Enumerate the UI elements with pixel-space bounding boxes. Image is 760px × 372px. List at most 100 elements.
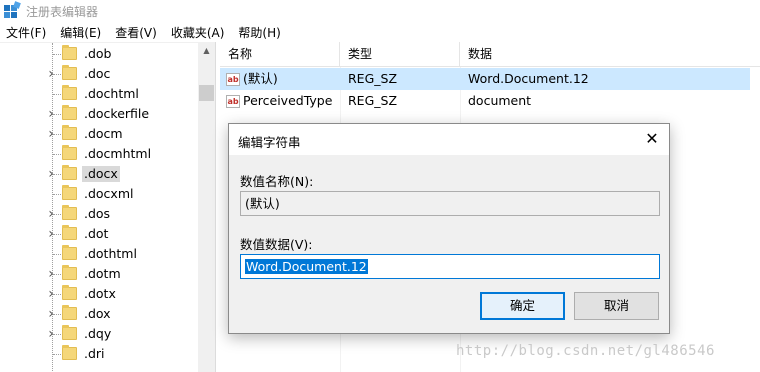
watermark: http://blog.csdn.net/gl486546 bbox=[456, 343, 715, 359]
folder-icon bbox=[62, 285, 77, 300]
string-value-icon: ab bbox=[226, 94, 240, 108]
value-name-cell: ab PerceivedType bbox=[220, 90, 340, 112]
tree-item[interactable]: .docxml bbox=[0, 184, 200, 204]
tree-item[interactable]: › .dotm bbox=[0, 264, 200, 284]
folder-icon bbox=[62, 165, 77, 180]
column-header-name[interactable]: 名称 bbox=[220, 42, 340, 67]
tree-item[interactable]: .docmhtml bbox=[0, 144, 200, 164]
tree-item-label: .dot bbox=[84, 226, 109, 241]
window-title: 注册表编辑器 bbox=[26, 4, 99, 19]
menu-bar: 文件(F) 编辑(E) 查看(V) 收藏夹(A) 帮助(H) bbox=[0, 22, 760, 42]
tree-item[interactable]: › .dot bbox=[0, 224, 200, 244]
tree-item[interactable]: › .dos bbox=[0, 204, 200, 224]
value-data-selected-text: Word.Document.12 bbox=[245, 259, 368, 274]
expand-chevron-icon[interactable]: › bbox=[45, 67, 57, 81]
folder-icon bbox=[62, 345, 77, 360]
folder-icon bbox=[62, 205, 77, 220]
cancel-button[interactable]: 取消 bbox=[574, 292, 659, 320]
value-type: REG_SZ bbox=[348, 71, 398, 86]
expand-chevron-icon[interactable]: › bbox=[45, 227, 57, 241]
expand-chevron-icon[interactable]: › bbox=[45, 307, 57, 321]
menu-favorites[interactable]: 收藏夹(A) bbox=[164, 24, 232, 41]
expand-chevron-icon[interactable]: › bbox=[45, 167, 57, 181]
value-name: (默认) bbox=[243, 71, 278, 86]
expand-chevron-icon[interactable]: › bbox=[45, 107, 57, 121]
expand-chevron-icon[interactable]: › bbox=[45, 327, 57, 341]
tree-item[interactable]: › .dockerfile bbox=[0, 104, 200, 124]
scroll-up-arrow-icon[interactable]: ▲ bbox=[198, 42, 215, 59]
tree-item[interactable]: › .dox bbox=[0, 304, 200, 324]
folder-icon bbox=[62, 305, 77, 320]
menu-view[interactable]: 查看(V) bbox=[108, 24, 164, 41]
folder-icon bbox=[62, 45, 77, 60]
value-name: PerceivedType bbox=[243, 93, 333, 108]
folder-icon bbox=[62, 225, 77, 240]
string-value-icon: ab bbox=[226, 72, 240, 86]
expand-chevron-icon[interactable]: › bbox=[45, 127, 57, 141]
tree-item[interactable]: › .dotx bbox=[0, 284, 200, 304]
folder-icon bbox=[62, 65, 77, 80]
tree-item[interactable]: › .docx bbox=[0, 164, 200, 184]
value-data: Word.Document.12 bbox=[468, 71, 589, 86]
registry-editor-icon bbox=[4, 1, 21, 19]
tree-item[interactable]: .dochtml bbox=[0, 84, 200, 104]
expand-chevron-icon[interactable]: › bbox=[45, 287, 57, 301]
menu-file[interactable]: 文件(F) bbox=[0, 24, 53, 41]
tree-scrollbar-thumb[interactable] bbox=[199, 85, 214, 101]
tree-connector-line bbox=[53, 94, 61, 95]
tree-item[interactable]: .dri bbox=[0, 344, 200, 364]
folder-icon bbox=[62, 105, 77, 120]
value-data: document bbox=[468, 93, 532, 108]
tree-item-label: .docx bbox=[82, 166, 120, 182]
pane-splitter[interactable] bbox=[215, 42, 219, 372]
tree-connector-line bbox=[53, 154, 61, 155]
folder-icon bbox=[62, 145, 77, 160]
column-header-data[interactable]: 数据 bbox=[460, 42, 760, 67]
tree-item[interactable]: › .dqy bbox=[0, 324, 200, 344]
tree-item-label: .dri bbox=[84, 346, 105, 361]
menu-help[interactable]: 帮助(H) bbox=[231, 24, 287, 41]
tree-item-label: .dothtml bbox=[84, 246, 137, 261]
folder-icon bbox=[62, 265, 77, 280]
tree-connector-line bbox=[53, 194, 61, 195]
value-name-field: (默认) bbox=[240, 191, 660, 216]
tree-item-label: .dos bbox=[84, 206, 111, 221]
close-icon[interactable]: ✕ bbox=[639, 127, 665, 151]
registry-key-tree[interactable]: .dob › .doc .dochtml › .dockerfile › .docm .docm… bbox=[0, 42, 214, 372]
tree-connector-line bbox=[53, 254, 61, 255]
expand-chevron-icon[interactable]: › bbox=[45, 207, 57, 221]
tree-connector-line bbox=[53, 354, 61, 355]
tree-scrollbar[interactable]: ▲ bbox=[198, 42, 215, 372]
tree-item-label: .doc bbox=[84, 66, 111, 81]
tree-connector-line bbox=[53, 54, 61, 55]
value-row-default[interactable]: ab (默认) REG_SZ Word.Document.12 bbox=[220, 68, 750, 90]
tree-item[interactable]: .dob bbox=[0, 44, 200, 64]
value-name-cell: ab (默认) bbox=[220, 68, 340, 90]
list-header: 名称 类型 数据 bbox=[220, 42, 760, 67]
tree-item[interactable]: .dothtml bbox=[0, 244, 200, 264]
tree-item-label: .dox bbox=[84, 306, 111, 321]
menu-edit[interactable]: 编辑(E) bbox=[53, 24, 108, 41]
folder-icon bbox=[62, 85, 77, 100]
tree-item-label: .dockerfile bbox=[84, 106, 150, 121]
folder-icon bbox=[62, 245, 77, 260]
value-data-input[interactable]: Word.Document.12 bbox=[240, 254, 660, 279]
ok-button[interactable]: 确定 bbox=[480, 292, 565, 320]
tree-item-label: .dochtml bbox=[84, 86, 139, 101]
edit-string-dialog: 编辑字符串 ✕ 数值名称(N): (默认) 数值数据(V): Word.Docu… bbox=[228, 123, 670, 334]
tree-item[interactable]: › .docm bbox=[0, 124, 200, 144]
value-name-label: 数值名称(N): bbox=[240, 174, 314, 189]
tree-item-label: .dob bbox=[84, 46, 112, 61]
tree-item-label: .docmhtml bbox=[84, 146, 152, 161]
expand-chevron-icon[interactable]: › bbox=[45, 267, 57, 281]
tree-item-label: .dotm bbox=[84, 266, 121, 281]
column-header-type[interactable]: 类型 bbox=[340, 42, 460, 67]
tree-item-label: .docm bbox=[84, 126, 123, 141]
folder-icon bbox=[62, 185, 77, 200]
tree-item[interactable]: › .doc bbox=[0, 64, 200, 84]
folder-icon bbox=[62, 325, 77, 340]
value-row-perceivedtype[interactable]: ab PerceivedType REG_SZ document bbox=[220, 90, 750, 112]
title-bar: 注册表编辑器 bbox=[0, 0, 760, 22]
tree-item-label: .docxml bbox=[84, 186, 134, 201]
value-type: REG_SZ bbox=[348, 93, 398, 108]
